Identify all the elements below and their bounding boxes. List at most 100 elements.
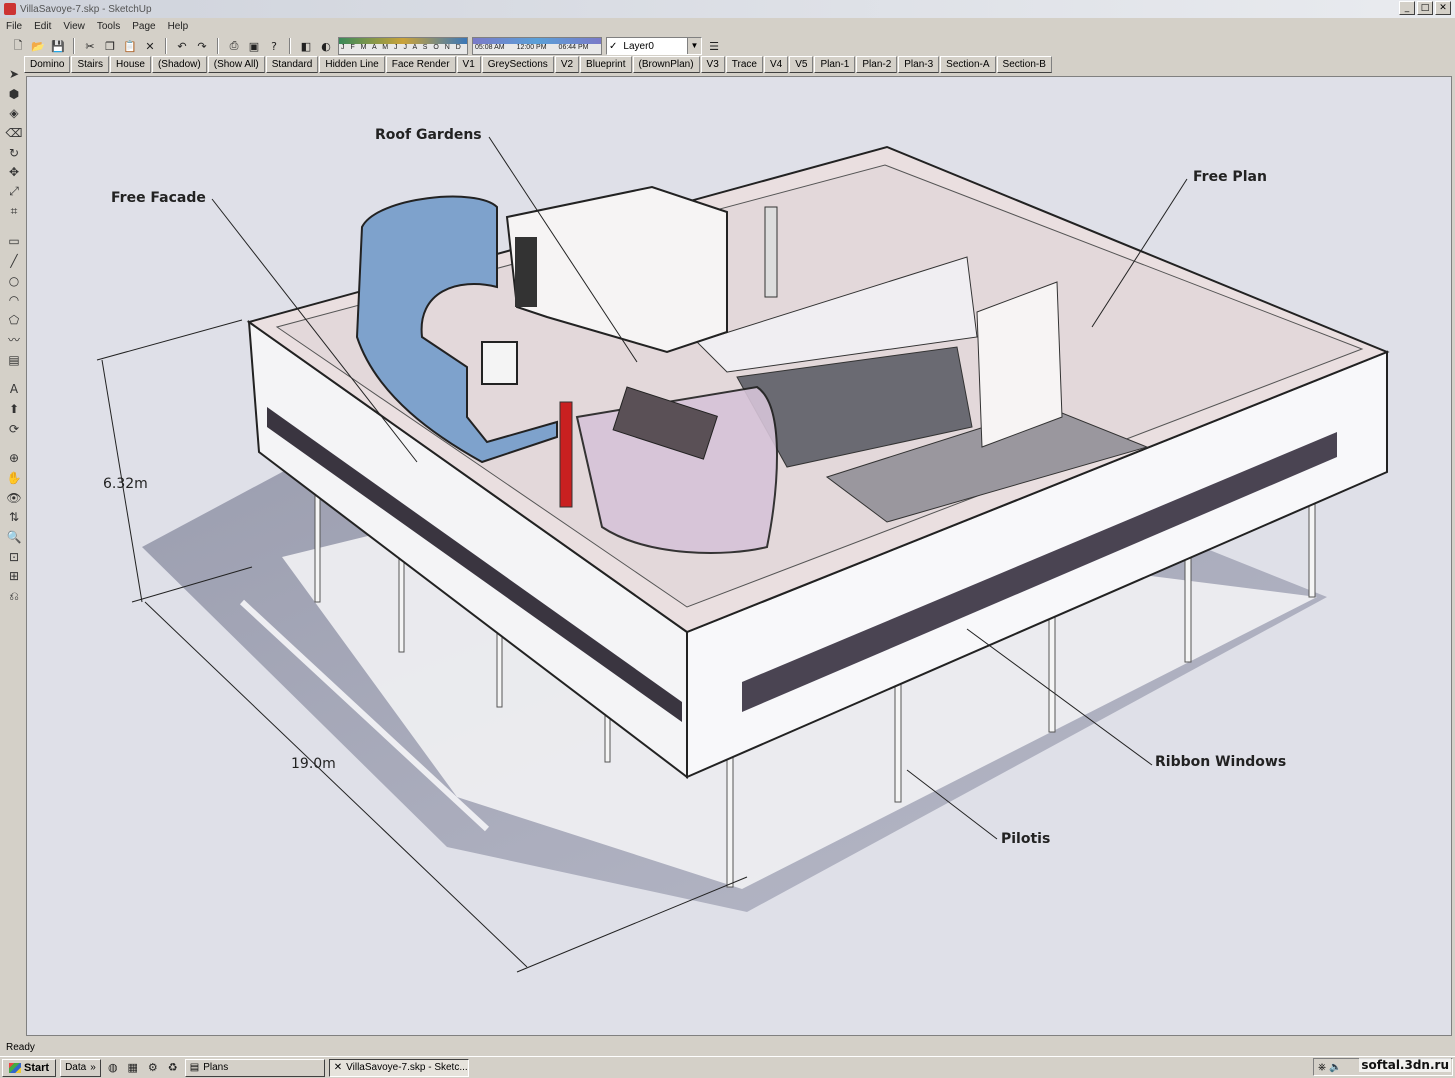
toolbar-separator <box>289 38 291 54</box>
rectangle-icon[interactable]: ▭ <box>6 233 22 249</box>
page-tab-plan-2[interactable]: Plan-2 <box>856 56 898 73</box>
page-tab-brownplan[interactable]: (BrownPlan) <box>632 56 700 73</box>
section-plane-icon[interactable]: ▤ <box>6 352 22 368</box>
page-tab-v3[interactable]: V3 <box>700 56 725 73</box>
circle-icon[interactable]: ○ <box>6 273 22 289</box>
new-file-icon[interactable]: 🗋 <box>10 38 26 54</box>
freehand-icon[interactable]: 〰 <box>6 332 22 348</box>
line-icon[interactable]: ╱ <box>6 253 22 269</box>
component-icon[interactable]: ⬢ <box>6 86 22 102</box>
rotate-icon[interactable]: ↻ <box>6 145 22 161</box>
cut-icon[interactable]: ✂ <box>82 38 98 54</box>
interior-wall <box>976 281 1063 448</box>
page-tab-v4[interactable]: V4 <box>763 56 789 73</box>
close-button[interactable]: ✕ <box>1435 1 1451 15</box>
tray-network-icon[interactable]: ⎈ <box>1318 1062 1326 1073</box>
page-tab-section-b[interactable]: Section-B <box>996 56 1052 73</box>
page-tab-house[interactable]: House <box>110 56 151 73</box>
menu-page[interactable]: Page <box>132 21 155 32</box>
move-icon[interactable]: ✥ <box>6 164 22 180</box>
explorer-icon[interactable]: ▦ <box>125 1060 141 1076</box>
time-start-label: 05:08 AM <box>475 44 505 51</box>
page-tab-stairs[interactable]: Stairs <box>71 56 110 73</box>
layer-manager-icon[interactable]: ☰ <box>706 38 722 54</box>
menu-file[interactable]: File <box>6 21 22 32</box>
model-info-icon[interactable]: ▣ <box>246 38 262 54</box>
page-tab-plan-3[interactable]: Plan-3 <box>898 56 940 73</box>
text-icon[interactable]: A <box>6 381 22 397</box>
previous-view-icon[interactable]: ⎌ <box>6 588 22 604</box>
page-tab-show-all[interactable]: (Show All) <box>207 56 265 73</box>
page-tab-v1[interactable]: V1 <box>456 56 481 73</box>
page-tab-greysections[interactable]: GreySections <box>481 56 554 73</box>
minimize-button[interactable]: _ <box>1399 1 1415 15</box>
watermark: softal.3dn.ru <box>1359 1058 1451 1072</box>
toolbar-separator <box>73 38 75 54</box>
chevron-right-icon[interactable]: » <box>90 1062 96 1073</box>
save-icon[interactable]: 💾 <box>50 38 66 54</box>
recycle-icon[interactable]: ♻ <box>165 1060 181 1076</box>
page-tab-v2[interactable]: V2 <box>554 56 580 73</box>
start-label: Start <box>24 1061 50 1074</box>
page-tab-hidden-line[interactable]: Hidden Line <box>319 56 385 73</box>
display-shadows-icon[interactable]: ◧ <box>298 38 314 54</box>
polygon-icon[interactable]: ⬠ <box>6 312 22 328</box>
look-around-icon[interactable]: 👁 <box>6 490 22 506</box>
print-icon[interactable]: ⎙ <box>226 38 242 54</box>
page-tab-v5[interactable]: V5 <box>789 56 814 73</box>
tray-volume-icon[interactable]: 🔈 <box>1329 1062 1341 1073</box>
layer-dropdown[interactable]: ✓ Layer0 ▼ <box>606 37 702 55</box>
copy-icon[interactable]: ❐ <box>102 38 118 54</box>
zoom-icon[interactable]: 🔍 <box>6 529 22 545</box>
open-folder-icon[interactable]: 📂 <box>30 38 46 54</box>
drawing-viewport[interactable]: Roof Gardens Free Facade Free Plan Ribbo… <box>26 76 1452 1036</box>
eraser-icon[interactable]: ⌫ <box>6 125 23 141</box>
walk-icon[interactable]: ⇅ <box>6 509 22 525</box>
task-plans[interactable]: ▤ Plans <box>184 1058 325 1077</box>
zoom-window-icon[interactable]: ⊡ <box>6 549 22 565</box>
pan-hand-icon[interactable]: ✋ <box>6 470 22 486</box>
arc-icon[interactable]: ◠ <box>6 292 22 308</box>
maximize-button[interactable]: □ <box>1417 1 1433 15</box>
month-slider[interactable]: J F M A M J J A S O N D <box>338 37 468 55</box>
menu-tools[interactable]: Tools <box>97 21 120 32</box>
help-icon[interactable]: ? <box>266 38 282 54</box>
zoom-extents-icon[interactable]: ⊞ <box>6 568 22 584</box>
paste-icon[interactable]: 📋 <box>122 38 138 54</box>
undo-icon[interactable]: ↶ <box>174 38 190 54</box>
page-tab-blueprint[interactable]: Blueprint <box>580 56 632 73</box>
callout-ribbon-windows: Ribbon Windows <box>1155 754 1287 770</box>
page-tab-face-render[interactable]: Face Render <box>385 56 456 73</box>
page-tab-domino[interactable]: Domino <box>24 56 71 73</box>
page-tab-plan-1[interactable]: Plan-1 <box>814 56 856 73</box>
menu-help[interactable]: Help <box>168 21 189 32</box>
scale-icon[interactable]: ⤢ <box>6 184 22 200</box>
standard-toolbar: 🗋 📂 💾 ✂ ❐ 📋 ✕ ↶ ↷ ⎙ ▣ ? ◧ ◐ J F M A M J … <box>0 36 1455 56</box>
menu-view[interactable]: View <box>63 21 85 32</box>
page-tab-standard[interactable]: Standard <box>265 56 319 73</box>
quicklaunch-icon[interactable]: ⚙ <box>145 1060 161 1076</box>
shadow-settings-icon[interactable]: ◐ <box>318 38 334 54</box>
erase-icon[interactable]: ✕ <box>142 38 158 54</box>
menu-edit[interactable]: Edit <box>34 21 51 32</box>
orbit-icon[interactable]: ⊕ <box>6 450 22 466</box>
page-tab-trace[interactable]: Trace <box>725 56 763 73</box>
paint-bucket-icon[interactable]: ◈ <box>6 105 22 121</box>
follow-me-icon[interactable]: ⟳ <box>6 421 22 437</box>
page-tab-section-a[interactable]: Section-A <box>940 56 996 73</box>
start-button[interactable]: Start <box>2 1058 57 1077</box>
tape-measure-icon[interactable]: ⌗ <box>6 204 22 220</box>
dropdown-arrow-icon[interactable]: ▼ <box>687 38 701 54</box>
time-slider[interactable]: 05:08 AM 12:00 PM 06:44 PM <box>472 37 602 55</box>
toolbar-separator <box>165 38 167 54</box>
browser-icon[interactable]: ◍ <box>105 1060 121 1076</box>
page-tab-shadow[interactable]: (Shadow) <box>151 56 207 73</box>
folder-icon: ▤ <box>189 1062 200 1073</box>
redo-icon[interactable]: ↷ <box>194 38 210 54</box>
red-column <box>559 401 573 508</box>
push-pull-icon[interactable]: ⬆ <box>6 401 22 417</box>
length-dimension: 19.0m <box>291 756 336 772</box>
data-toolbar-group[interactable]: Data » <box>60 1058 101 1077</box>
select-arrow-icon[interactable]: ➤ <box>6 66 22 82</box>
task-sketchup[interactable]: ✕ VillaSavoye-7.skp - Sketc... <box>328 1058 469 1077</box>
